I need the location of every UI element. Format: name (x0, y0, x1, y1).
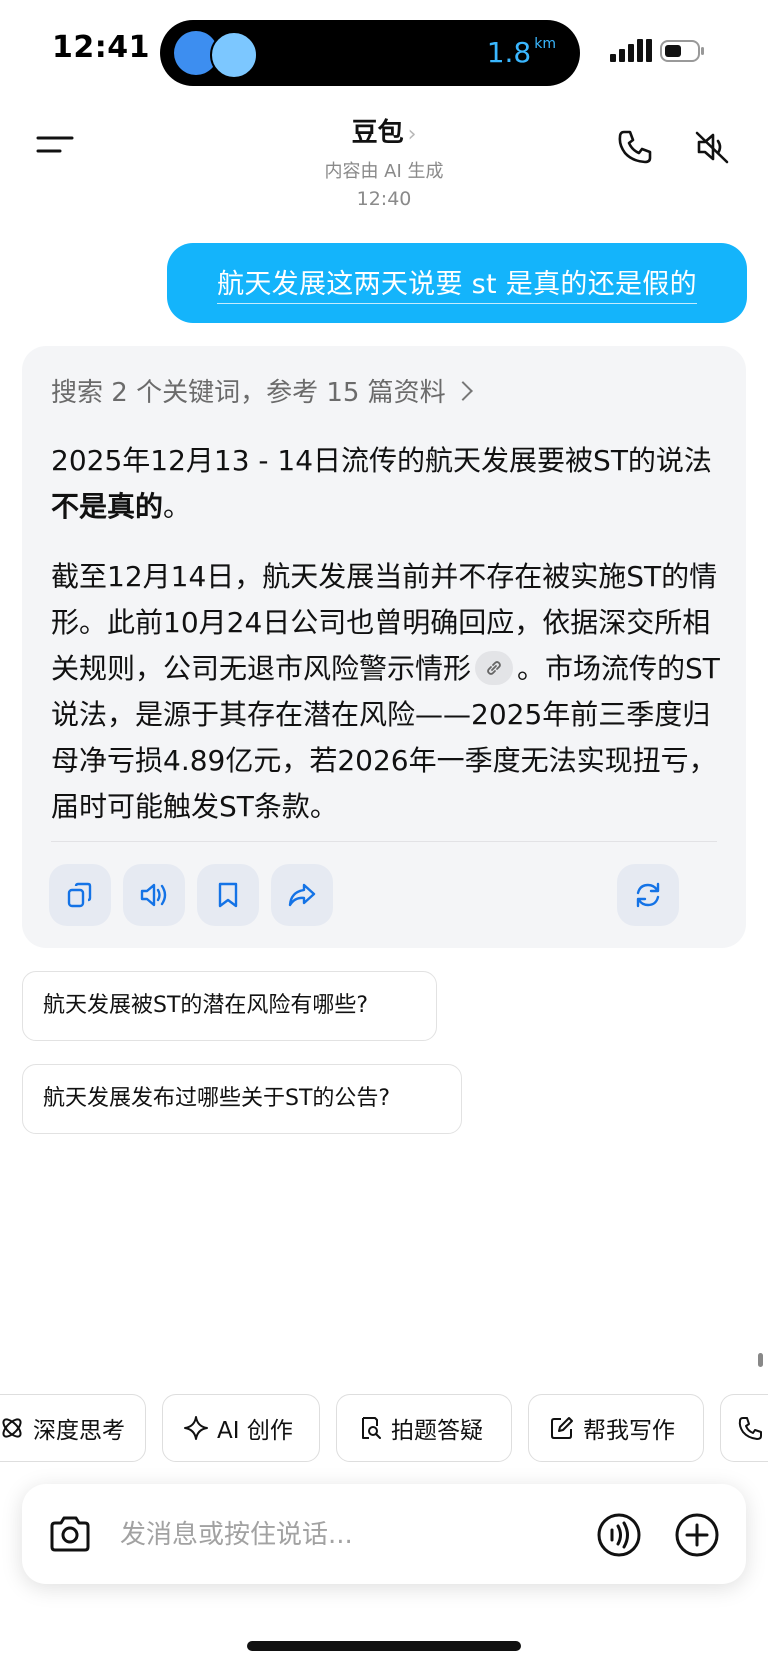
menu-icon[interactable] (36, 134, 74, 160)
tool-deep-thinking[interactable]: 深度思考 (0, 1394, 146, 1462)
reference-link-icon[interactable] (475, 651, 514, 685)
status-time: 12:41 (52, 30, 150, 65)
answer-paragraph: 2025年12月13 - 14日流传的航天发展要被ST的说法不是真的。 (51, 438, 731, 530)
message-input[interactable] (118, 1509, 582, 1561)
user-message-bubble[interactable]: 航天发展这两天说要 st 是真的还是假的 (167, 243, 747, 323)
answer-bold-text: 不是真的 (51, 490, 164, 523)
share-button[interactable] (271, 864, 333, 926)
message-composer (22, 1484, 746, 1584)
battery-icon (660, 40, 704, 62)
regenerate-icon (636, 882, 660, 908)
regenerate-button[interactable] (617, 864, 679, 926)
distance-unit: km (534, 36, 556, 52)
tool-label: AI 创作 (217, 1418, 293, 1444)
search-summary[interactable]: 搜索 2 个关键词，参考 15 篇资料 (51, 372, 473, 409)
add-icon[interactable] (674, 1512, 720, 1558)
user-message-text: 航天发展这两天说要 st 是真的还是假的 (217, 262, 697, 304)
phone-icon[interactable] (616, 128, 654, 166)
ai-response-card: 搜索 2 个关键词，参考 15 篇资料 2025年12月13 - 14日流传的航… (22, 346, 746, 948)
suggested-question[interactable]: 航天发展被ST的潜在风险有哪些? (22, 971, 437, 1041)
chevron-right-icon: › (407, 122, 417, 147)
page-title[interactable]: 豆包 (352, 118, 404, 148)
speaker-icon (140, 883, 167, 907)
home-indicator[interactable] (247, 1641, 521, 1651)
dynamic-island[interactable]: 1.8 km (160, 20, 580, 86)
read-aloud-button[interactable] (123, 864, 185, 926)
chevron-right-icon (452, 380, 473, 401)
distance-readout: 1.8 km (487, 36, 556, 69)
search-doc-icon (362, 1417, 381, 1439)
mute-speaker-icon[interactable] (693, 128, 731, 166)
copy-icon (67, 882, 92, 908)
bookmark-icon (218, 882, 238, 908)
tool-label: 帮我写作 (583, 1418, 675, 1444)
message-timestamp: 12:40 (356, 188, 412, 210)
divider (51, 841, 717, 842)
share-icon (288, 883, 316, 907)
tool-photo-question[interactable]: 拍题答疑 (336, 1394, 512, 1462)
suggested-question[interactable]: 航天发展发布过哪些关于ST的公告? (22, 1064, 462, 1134)
search-summary-text: 搜索 2 个关键词，参考 15 篇资料 (51, 378, 446, 408)
bookmark-button[interactable] (197, 864, 259, 926)
tool-label: 拍题答疑 (391, 1418, 483, 1444)
distance-value: 1.8 (486, 36, 532, 69)
atom-icon (2, 1418, 22, 1438)
phone-icon (738, 1417, 762, 1440)
scroll-indicator[interactable] (758, 1353, 763, 1367)
camera-icon[interactable] (48, 1514, 92, 1554)
tool-ai-create[interactable]: AI 创作 (162, 1394, 320, 1462)
answer-paragraph: 截至12月14日，航天发展当前并不存在被实施ST的情形。此前10月24日公司也曾… (51, 554, 731, 830)
tool-writing-assist[interactable]: 帮我写作 (528, 1394, 704, 1462)
answer-text: 。 (163, 490, 192, 523)
signal-icon (610, 39, 652, 62)
edit-icon (551, 1417, 573, 1439)
avatar (210, 31, 258, 79)
sparkle-icon (184, 1416, 208, 1440)
tool-label: 深度思考 (33, 1418, 125, 1444)
copy-button[interactable] (49, 864, 111, 926)
answer-text: 2025年12月13 - 14日流传的航天发展要被ST的说法 (51, 444, 712, 477)
voice-icon[interactable] (596, 1512, 642, 1558)
ai-disclaimer: 内容由 AI 生成 (324, 161, 444, 182)
tool-call[interactable] (720, 1394, 768, 1462)
chat-header[interactable]: 豆包 › 内容由 AI 生成 (230, 112, 538, 183)
